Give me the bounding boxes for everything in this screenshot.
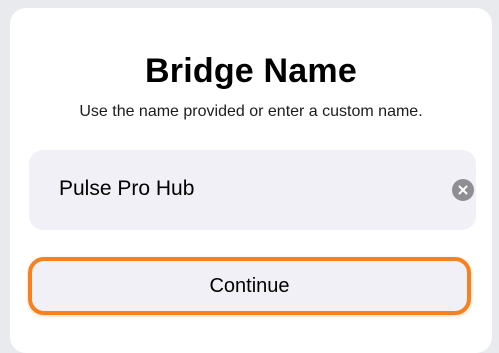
continue-button[interactable]: Continue — [28, 257, 471, 315]
x-mark-icon — [458, 185, 468, 195]
bridge-name-sheet: Bridge Name Use the name provided or ent… — [10, 8, 492, 353]
continue-button-label: Continue — [209, 274, 290, 297]
page-title: Bridge Name — [145, 52, 357, 90]
page-subtitle: Use the name provided or enter a custom … — [79, 103, 423, 120]
bridge-name-input[interactable]: Pulse Pro Hub — [29, 150, 476, 230]
clear-icon[interactable] — [452, 179, 474, 201]
bridge-name-value: Pulse Pro Hub — [59, 177, 195, 200]
